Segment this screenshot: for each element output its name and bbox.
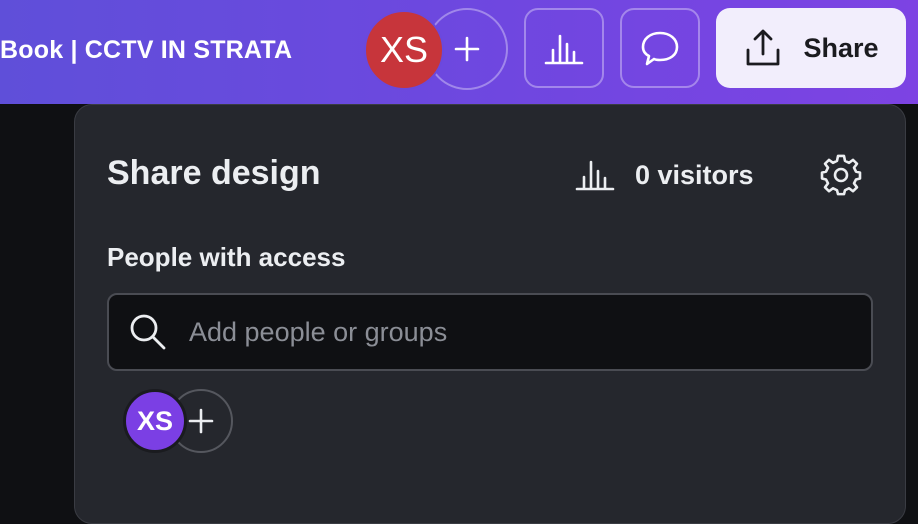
upload-icon: [747, 29, 780, 66]
bar-chart-icon: [544, 34, 584, 65]
editor-header: Book | CCTV IN STRATA XS Share: [0, 0, 918, 104]
share-button[interactable]: Share: [716, 8, 906, 88]
speech-bubble-icon: [641, 31, 679, 66]
bar-chart-icon: [575, 160, 615, 191]
plus-icon: [454, 36, 480, 62]
share-button-label: Share: [803, 32, 879, 63]
gear-icon: [820, 154, 862, 196]
visitors-count: 0 visitors: [635, 159, 754, 190]
magnifier-icon: [127, 311, 169, 353]
visitors-insights[interactable]: 0 visitors: [575, 157, 754, 193]
document-title[interactable]: Book | CCTV IN STRATA: [0, 32, 292, 68]
collaborator-avatar[interactable]: XS: [364, 10, 444, 90]
people-with-access-heading: People with access: [107, 242, 346, 272]
member-avatar[interactable]: XS: [123, 389, 187, 453]
comments-button[interactable]: [620, 8, 700, 88]
plus-icon: [188, 408, 214, 434]
settings-button[interactable]: [819, 153, 863, 197]
panel-title: Share design: [107, 154, 321, 192]
add-people-search[interactable]: [107, 293, 873, 371]
share-panel: Share design 0 visitors People with acce…: [74, 104, 906, 524]
insights-button[interactable]: [524, 8, 604, 88]
add-people-input[interactable]: [187, 315, 871, 349]
